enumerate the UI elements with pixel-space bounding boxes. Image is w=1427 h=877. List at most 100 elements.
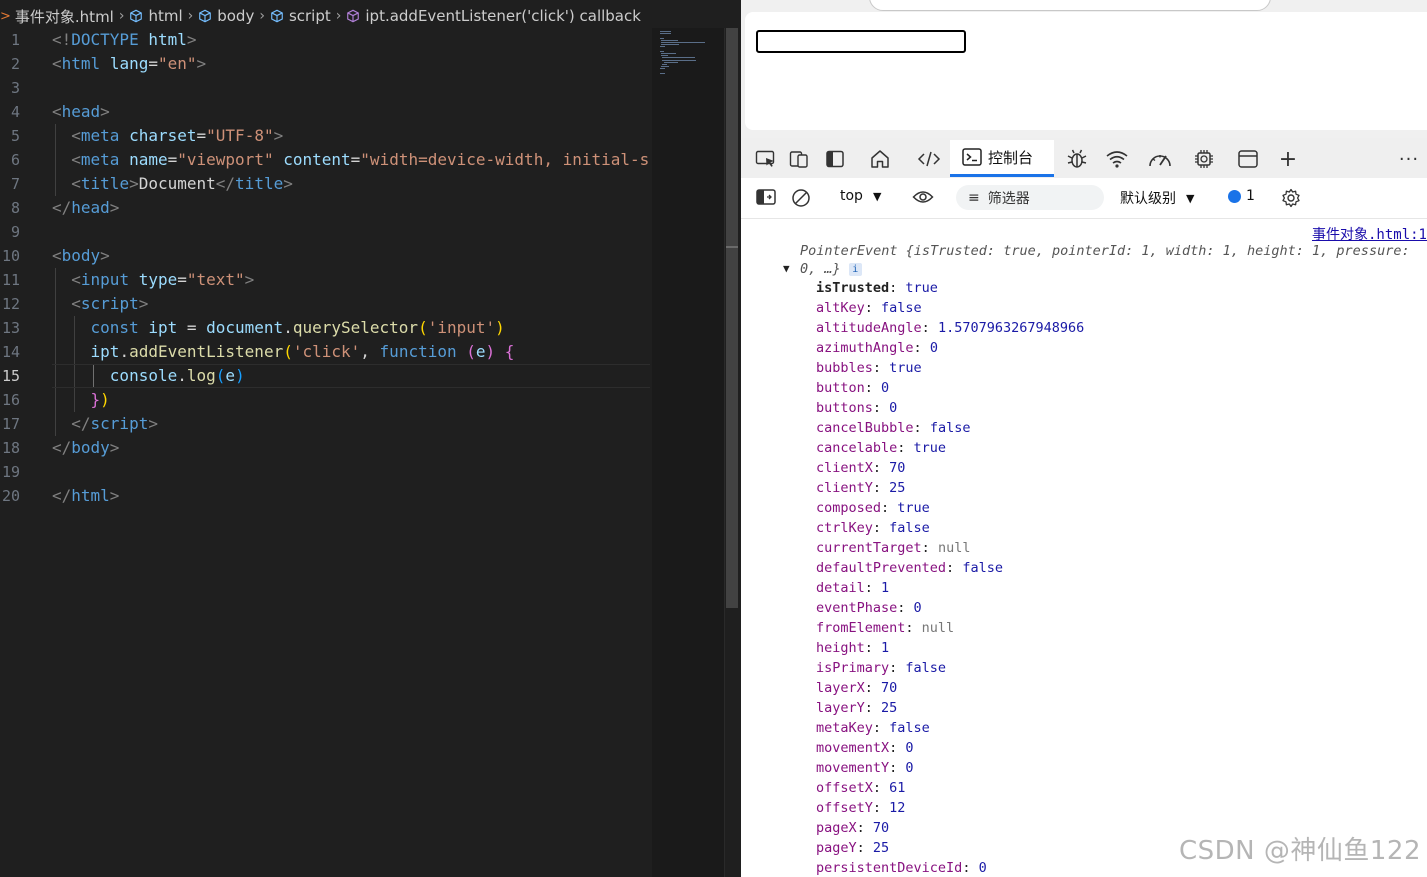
property-row[interactable]: layerX: 70 [816, 678, 897, 698]
code-line[interactable]: 2 <html lang="en"> [0, 52, 650, 76]
code-line[interactable]: 3 [0, 76, 650, 100]
pointer-event-summary[interactable]: PointerEvent {isTrusted: true, pointerId… [800, 242, 1410, 278]
code-line[interactable]: 7 <title>Document</title> [0, 172, 650, 196]
code-line[interactable]: 17 </script> [0, 412, 650, 436]
breadcrumb-item-callback[interactable]: ipt.addEventListener('click') callback [346, 7, 641, 25]
code-text: console.log(e) [52, 364, 245, 388]
property-row[interactable]: bubbles: true [816, 358, 922, 378]
property-row[interactable]: currentTarget: null [816, 538, 970, 558]
property-key: metaKey [816, 720, 873, 736]
property-row[interactable]: ctrlKey: false [816, 518, 930, 538]
context-selector[interactable]: top ▼ [840, 188, 881, 204]
minimap-line [660, 50, 665, 52]
property-row[interactable]: metaKey: false [816, 718, 930, 738]
breadcrumb-item-script[interactable]: script [270, 7, 331, 25]
page-text-input[interactable] [756, 30, 966, 53]
bug-icon[interactable] [1064, 146, 1090, 172]
address-bar[interactable] [869, 0, 1271, 11]
property-row[interactable]: buttons: 0 [816, 398, 897, 418]
clear-console-icon[interactable] [791, 188, 811, 208]
console-filter-input[interactable]: ≡ 筛选器 [956, 185, 1104, 210]
property-row[interactable]: movementX: 0 [816, 738, 914, 758]
code-line[interactable]: 20 </html> [0, 484, 650, 508]
property-row[interactable]: clientY: 25 [816, 478, 905, 498]
code-area[interactable]: 1 <!DOCTYPE html> 2 <html lang="en"> 3 4 <head… [0, 28, 650, 877]
console-settings-gear-icon[interactable] [1281, 188, 1301, 208]
property-row[interactable]: composed: true [816, 498, 930, 518]
property-row[interactable]: cancelable: true [816, 438, 946, 458]
code-line[interactable]: 10 <body> [0, 244, 650, 268]
property-row[interactable]: isPrimary: false [816, 658, 946, 678]
code-line[interactable]: 15 console.log(e) [0, 364, 650, 388]
code-line[interactable]: 5 <meta charset="UTF-8"> [0, 124, 650, 148]
property-colon: : [921, 320, 938, 336]
property-row[interactable]: altKey: false [816, 298, 922, 318]
breadcrumb-item-file[interactable]: > 事件对象.html [0, 6, 114, 27]
breadcrumb-item-body[interactable]: body [198, 7, 254, 25]
live-expression-eye-icon[interactable] [912, 188, 934, 206]
property-row[interactable]: clientX: 70 [816, 458, 905, 478]
property-row[interactable]: cancelBubble: false [816, 418, 970, 438]
performance-gauge-icon[interactable] [1147, 146, 1173, 172]
property-value: 25 [872, 840, 890, 856]
add-tool-plus-icon[interactable]: + [1275, 146, 1301, 172]
info-icon[interactable]: i [848, 262, 862, 276]
filter-lines-icon: ≡ [968, 189, 980, 206]
more-options-icon[interactable]: ··· [1396, 146, 1422, 172]
property-row[interactable]: layerY: 25 [816, 698, 897, 718]
property-row[interactable]: altitudeAngle: 1.5707963267948966 [816, 318, 1084, 338]
property-value: 0 [881, 380, 890, 396]
property-row[interactable]: azimuthAngle: 0 [816, 338, 938, 358]
elements-code-icon[interactable] [916, 146, 942, 172]
code-token: . [119, 342, 130, 361]
code-line[interactable]: 8 </head> [0, 196, 650, 220]
expand-triangle-icon[interactable]: ▼ [783, 262, 790, 275]
network-wifi-icon[interactable] [1104, 146, 1130, 172]
memory-chip-icon[interactable] [1191, 146, 1217, 172]
property-row[interactable]: eventPhase: 0 [816, 598, 922, 618]
property-row[interactable]: pageX: 70 [816, 818, 889, 838]
property-row[interactable]: defaultPrevented: false [816, 558, 1003, 578]
console-output[interactable]: 事件对象.html:1 ▼ PointerEvent {isTrusted: t… [741, 218, 1427, 877]
code-line[interactable]: 4 <head> [0, 100, 650, 124]
code-line[interactable]: 14 ipt.addEventListener('click', functio… [0, 340, 650, 364]
home-icon[interactable] [867, 146, 893, 172]
property-row[interactable]: movementY: 0 [816, 758, 914, 778]
property-row[interactable]: height: 1 [816, 638, 889, 658]
code-line[interactable]: 1 <!DOCTYPE html> [0, 28, 650, 52]
property-row[interactable]: isTrusted: true [816, 278, 938, 298]
property-row[interactable]: pageY: 25 [816, 838, 889, 858]
property-row[interactable]: offsetX: 61 [816, 778, 905, 798]
breadcrumb-item-html[interactable]: html [129, 7, 183, 25]
property-colon: : [864, 580, 882, 596]
console-source-link[interactable]: 事件对象.html:1 [1312, 224, 1427, 244]
property-row[interactable]: persistentDeviceId: 0 [816, 858, 987, 877]
property-row[interactable]: button: 0 [816, 378, 889, 398]
code-line[interactable]: 18 </body> [0, 436, 650, 460]
code-line[interactable]: 6 <meta name="viewport" content="width=d… [0, 148, 650, 172]
property-row[interactable]: offsetY: 12 [816, 798, 905, 818]
code-line[interactable]: 12 <script> [0, 292, 650, 316]
code-line[interactable]: 19 [0, 460, 650, 484]
code-editor[interactable]: > 事件对象.html › html › body › script › ipt… [0, 0, 740, 877]
scrollbar-thumb[interactable] [726, 28, 738, 608]
code-line[interactable]: 13 const ipt = document.querySelector('i… [0, 316, 650, 340]
inspect-element-icon[interactable] [753, 146, 779, 172]
device-emulation-icon[interactable] [787, 146, 813, 172]
code-line[interactable]: 11 <input type="text"> [0, 268, 650, 292]
code-line[interactable]: 9 [0, 220, 650, 244]
line-number: 11 [1, 271, 20, 289]
property-key: ctrlKey [816, 520, 873, 536]
property-row[interactable]: fromElement: null [816, 618, 954, 638]
code-token: </ [71, 414, 91, 433]
editor-scrollbar[interactable] [724, 28, 739, 877]
sidebar-toggle-icon[interactable] [756, 188, 776, 206]
application-window-icon[interactable] [1235, 146, 1261, 172]
minimap[interactable] [652, 28, 724, 877]
property-row[interactable]: detail: 1 [816, 578, 889, 598]
code-line[interactable]: 16 }) [0, 388, 650, 412]
issues-counter[interactable]: 1 [1228, 188, 1255, 204]
dock-side-icon[interactable] [822, 146, 848, 172]
log-level-selector[interactable]: 默认级别 ▼ [1120, 188, 1194, 208]
tab-console[interactable]: 控制台 [950, 140, 1054, 177]
